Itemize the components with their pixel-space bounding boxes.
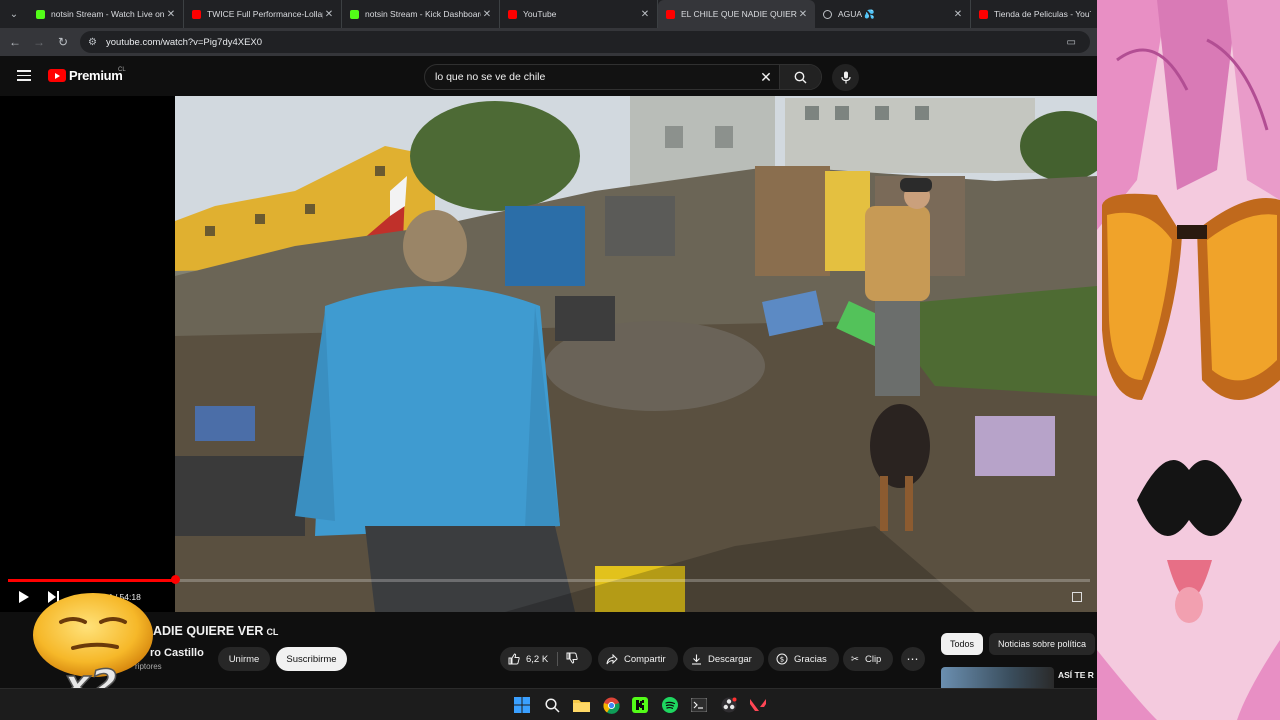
tab-search-button[interactable]: ⌄ [0,0,28,28]
download-icon [691,654,702,665]
chip-politics-news[interactable]: Noticias sobre política [989,633,1096,655]
kick-icon [36,9,45,19]
cast-icon[interactable]: ▭ [1067,37,1076,48]
title-country-tag: CL [266,627,279,637]
youtube-premium-logo[interactable]: Premium [48,68,123,83]
country-code: CL [118,67,126,73]
subscribe-button[interactable]: Suscribirme [276,647,347,671]
clip-button[interactable]: ✂ Clip [843,647,894,671]
close-tab-icon[interactable]: ✕ [797,9,809,20]
like-divider [557,652,558,666]
super-thanks-icon: $ [776,653,788,665]
youtube-logo-icon [48,69,66,82]
progress-bar[interactable] [8,575,1090,584]
valorant-icon[interactable] [749,696,767,714]
terminal-icon[interactable] [690,696,708,714]
youtube-icon [666,9,675,19]
share-button[interactable]: Compartir [598,647,678,671]
tab-youtube[interactable]: YouTube ✕ [500,0,658,28]
file-explorer-icon[interactable] [572,696,590,714]
menu-icon[interactable] [17,70,31,81]
youtube-masthead: Premium CL lo que no se ve de chile ✕ [0,56,1097,96]
forward-arrow-icon[interactable]: → [27,30,51,54]
close-tab-icon[interactable]: ✕ [639,9,651,20]
recommended-video-title[interactable]: ASÍ TE R [1058,670,1094,680]
thanks-button[interactable]: $ Gracias [768,647,839,671]
vtuber-avatar-overlay [1097,0,1280,720]
youtube-icon [508,9,517,19]
site-info-icon[interactable]: ⚙ [88,37,100,48]
close-tab-icon[interactable]: ✕ [165,9,177,20]
video-title: ADIE QUIERE VER CL [153,624,279,638]
thumbs-down-icon[interactable] [566,652,578,667]
reload-icon[interactable]: ↻ [51,30,75,54]
close-tab-icon[interactable]: ✕ [952,9,964,20]
like-count[interactable]: 6,2 K [526,654,548,665]
microphone-icon [840,71,851,84]
url-text: youtube.com/watch?v=Pig7dy4XEX0 [106,36,263,48]
thumbs-up-icon[interactable] [508,653,520,665]
start-menu-icon[interactable] [513,696,531,714]
channel-name[interactable]: ro Castillo [150,647,204,659]
tab-strip: ⌄ notsin Stream - Watch Live on ✕ TWICE … [0,0,1097,28]
video-player[interactable]: 14 / 54:18 [0,96,1097,612]
download-button[interactable]: Descargar [683,647,764,671]
clear-search-icon[interactable]: ✕ [753,69,779,86]
chip-todos[interactable]: Todos [941,633,984,655]
like-dislike-group: 6,2 K [500,647,592,671]
search-input[interactable]: lo que no se ve de chile [425,71,753,83]
search-button[interactable] [779,65,821,89]
globe-icon [823,9,832,19]
youtube-icon [979,9,988,19]
tab-chile-video[interactable]: EL CHILE QUE NADIE QUIERE V ✕ [658,0,815,28]
close-tab-icon[interactable]: ✕ [481,9,493,20]
address-bar[interactable]: ⚙ youtube.com/watch?v=Pig7dy4XEX0 ▭ [80,31,1090,53]
watch-metadata: ADIE QUIERE VER CL ro Castillo riptores U… [0,612,1097,688]
chrome-icon[interactable] [602,696,620,714]
search-box[interactable]: lo que no se ve de chile ✕ [424,64,822,90]
back-arrow-icon[interactable]: ← [3,30,27,54]
progress-played [8,579,176,582]
tab-notsin-watch[interactable]: notsin Stream - Watch Live on ✕ [28,0,184,28]
tab-agua[interactable]: AGUA 💦 ✕ [815,0,971,28]
youtube-icon [192,9,201,19]
taskbar-search-icon[interactable] [543,696,561,714]
spotify-icon[interactable] [661,696,679,714]
close-tab-icon[interactable]: ✕ [323,9,335,20]
tab-notsin-dashboard[interactable]: notsin Stream - Kick Dashboard ✕ [342,0,500,28]
share-icon [606,653,618,665]
join-button[interactable]: Unirme [218,647,270,671]
obs-icon[interactable] [720,696,738,714]
browser-toolbar: ← → ↻ ⚙ youtube.com/watch?v=Pig7dy4XEX0 … [0,28,1097,56]
play-icon[interactable] [18,591,30,603]
miniplayer-icon[interactable] [1072,592,1082,602]
search-icon [794,71,807,83]
scissors-icon: ✂ [851,653,859,665]
vtuber-character [1097,0,1280,720]
kick-icon [350,9,359,19]
recommended-video-thumbnail[interactable] [941,667,1054,688]
svg-text:$: $ [780,656,784,664]
voice-search-button[interactable] [832,64,859,91]
tab-twice[interactable]: TWICE Full Performance-Lollap ✕ [184,0,342,28]
video-scene [175,96,1097,612]
more-actions-icon[interactable]: ⋯ [901,647,925,671]
kick-app-icon[interactable] [631,696,649,714]
tab-tienda-peliculas[interactable]: Tienda de Peliculas - YouTub [971,0,1097,28]
video-frame[interactable] [175,96,1097,612]
windows-taskbar [0,688,1097,720]
